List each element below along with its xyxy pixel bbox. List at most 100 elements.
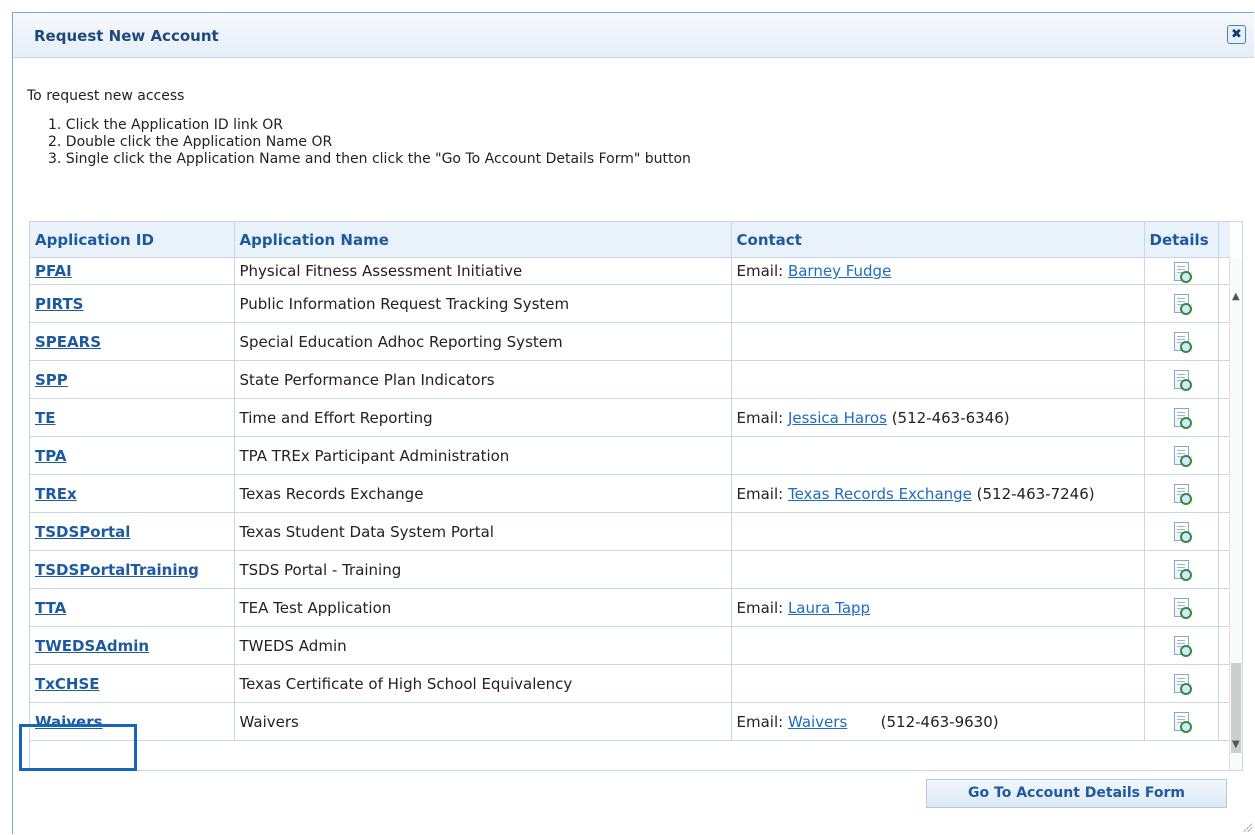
column-header-application-name[interactable]: Application Name xyxy=(234,222,732,258)
application-id-link[interactable]: TWEDSAdmin xyxy=(35,637,149,655)
contact-phone: (512-463-7246) xyxy=(971,484,1095,503)
table-row[interactable]: TxCHSE Texas Certificate of High School E… xyxy=(30,664,1230,703)
application-name-cell[interactable]: Physical Fitness Assessment Initiative xyxy=(234,257,732,285)
application-name-cell[interactable]: TEA Test Application xyxy=(234,588,732,627)
contact-email-link[interactable]: Laura Tapp xyxy=(788,599,870,617)
contact-email-link[interactable]: Jessica Haros xyxy=(788,409,887,427)
instruction-step: 1. Click the Application ID link OR xyxy=(48,117,284,133)
table-row[interactable]: PIRTS Public Information Request Tracking… xyxy=(30,284,1230,323)
details-cell xyxy=(1144,474,1219,513)
go-to-account-details-button[interactable]: Go To Account Details Form xyxy=(926,779,1227,808)
contact-cell: Email: Laura Tapp xyxy=(731,588,1145,627)
table-row[interactable]: TPA TPA TREx Participant Administration xyxy=(30,436,1230,475)
scroll-down-icon[interactable]: ▼ xyxy=(1232,739,1240,750)
application-id-link[interactable]: TxCHSE xyxy=(35,675,100,693)
application-name-cell[interactable]: TPA TREx Participant Administration xyxy=(234,436,732,475)
application-id-link[interactable]: TSDSPortal xyxy=(35,523,130,541)
application-name-cell[interactable]: Waivers xyxy=(234,702,732,741)
details-icon[interactable] xyxy=(1174,294,1192,315)
table-row[interactable]: TSDSPortal Texas Student Data System Port… xyxy=(30,512,1230,551)
details-icon[interactable] xyxy=(1174,712,1192,733)
details-cell xyxy=(1144,322,1219,361)
application-name-cell[interactable]: Special Education Adhoc Reporting System xyxy=(234,322,732,361)
details-icon[interactable] xyxy=(1174,674,1192,695)
application-id-link[interactable]: PFAI xyxy=(35,262,72,280)
details-icon[interactable] xyxy=(1174,408,1192,429)
table-row[interactable]: TTA TEA Test Application Email: Laura Tapp xyxy=(30,588,1230,627)
column-header-application-id[interactable]: Application ID xyxy=(30,222,235,258)
resize-grip-icon[interactable] xyxy=(1242,822,1252,832)
contact-prefix: Email: xyxy=(736,262,788,280)
application-name-cell[interactable]: Time and Effort Reporting xyxy=(234,398,732,437)
details-icon[interactable] xyxy=(1174,261,1192,283)
contact-cell xyxy=(731,436,1145,475)
application-id-link[interactable]: TSDSPortalTraining xyxy=(35,561,199,579)
application-id-link[interactable]: TTA xyxy=(35,599,66,617)
table-row[interactable]: SPP State Performance Plan Indicators xyxy=(30,360,1230,399)
details-icon[interactable] xyxy=(1174,598,1192,619)
contact-cell: Email: Waivers (512-463-9630) xyxy=(731,702,1145,741)
table-row[interactable]: Waivers Waivers Email: Waivers (512-463-96… xyxy=(30,702,1230,741)
table-row[interactable]: PFAI Physical Fitness Assessment Initiati… xyxy=(30,257,1230,285)
application-id-cell: TxCHSE xyxy=(30,664,235,703)
contact-prefix: Email: xyxy=(736,408,788,427)
details-icon[interactable] xyxy=(1174,560,1192,581)
instruction-step: 3. Single click the Application Name and… xyxy=(48,151,691,167)
column-header-details[interactable]: Details xyxy=(1144,222,1219,258)
application-name-cell[interactable]: Texas Student Data System Portal xyxy=(234,512,732,551)
vertical-scrollbar[interactable]: ▲ ▼ xyxy=(1229,259,1242,770)
header-spacer xyxy=(1218,222,1230,258)
application-id-cell: TSDSPortal xyxy=(30,512,235,551)
contact-cell xyxy=(731,360,1145,399)
contact-prefix: Email: xyxy=(736,598,788,617)
table-row[interactable]: SPEARS Special Education Adhoc Reporting … xyxy=(30,322,1230,361)
application-id-link[interactable]: SPEARS xyxy=(35,333,101,351)
table-row[interactable]: TSDSPortalTraining TSDS Portal - Training xyxy=(30,550,1230,589)
details-icon[interactable] xyxy=(1174,370,1192,391)
application-id-cell: PFAI xyxy=(30,257,235,285)
contact-prefix: Email: xyxy=(736,712,788,731)
application-name-cell[interactable]: State Performance Plan Indicators xyxy=(234,360,732,399)
details-cell xyxy=(1144,436,1219,475)
details-icon[interactable] xyxy=(1174,522,1192,543)
contact-cell xyxy=(731,550,1145,589)
application-name-cell[interactable]: Public Information Request Tracking Syst… xyxy=(234,284,732,323)
details-cell xyxy=(1144,702,1219,741)
application-name-cell[interactable]: Texas Records Exchange xyxy=(234,474,732,513)
dialog-titlebar: Request New Account ✖ xyxy=(13,13,1254,58)
application-id-cell: PIRTS xyxy=(30,284,235,323)
applications-grid: Application ID Application Name Contact … xyxy=(29,221,1243,771)
contact-cell xyxy=(731,512,1145,551)
details-icon[interactable] xyxy=(1174,446,1192,467)
application-id-link[interactable]: TPA xyxy=(35,447,66,465)
scroll-up-icon[interactable]: ▲ xyxy=(1232,291,1240,302)
application-id-cell: TSDSPortalTraining xyxy=(30,550,235,589)
application-name-cell[interactable]: Texas Certificate of High School Equival… xyxy=(234,664,732,703)
intro-text: To request new access xyxy=(27,88,185,104)
close-icon[interactable]: ✖ xyxy=(1227,25,1246,44)
application-id-cell: SPP xyxy=(30,360,235,399)
application-id-link[interactable]: SPP xyxy=(35,371,68,389)
details-cell xyxy=(1144,284,1219,323)
table-row[interactable]: TREx Texas Records Exchange Email: Texas R… xyxy=(30,474,1230,513)
details-icon[interactable] xyxy=(1174,484,1192,505)
details-cell xyxy=(1144,626,1219,665)
instruction-list: 1. Click the Application ID link OR 2. D… xyxy=(48,117,691,168)
details-icon[interactable] xyxy=(1174,636,1192,657)
application-id-link[interactable]: TE xyxy=(35,409,55,427)
contact-email-link[interactable]: Waivers xyxy=(788,713,847,731)
column-header-contact[interactable]: Contact xyxy=(731,222,1145,258)
details-cell xyxy=(1144,512,1219,551)
application-id-link[interactable]: TREx xyxy=(35,485,77,503)
application-id-cell: TTA xyxy=(30,588,235,627)
details-icon[interactable] xyxy=(1174,332,1192,353)
application-id-cell: SPEARS xyxy=(30,322,235,361)
application-name-cell[interactable]: TSDS Portal - Training xyxy=(234,550,732,589)
contact-email-link[interactable]: Texas Records Exchange xyxy=(788,485,972,503)
application-name-cell[interactable]: TWEDS Admin xyxy=(234,626,732,665)
application-id-link[interactable]: PIRTS xyxy=(35,295,84,313)
contact-email-link[interactable]: Barney Fudge xyxy=(788,262,891,280)
table-row[interactable]: TWEDSAdmin TWEDS Admin xyxy=(30,626,1230,665)
applications-table: Application ID Application Name Contact … xyxy=(30,222,1230,741)
table-row[interactable]: TE Time and Effort Reporting Email: Jessic… xyxy=(30,398,1230,437)
